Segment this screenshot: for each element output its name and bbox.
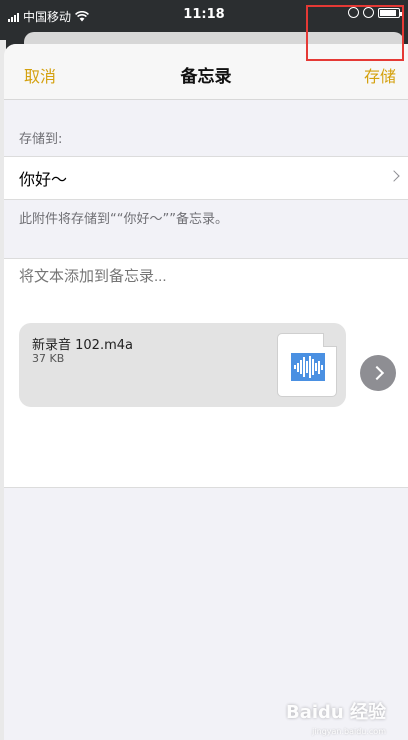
save-to-notes-sheet: 取消 备忘录 存储 存储到: 你好～ 此附件将存储到““你好～””备忘录。 新录… bbox=[4, 44, 408, 740]
note-text-input[interactable] bbox=[19, 268, 389, 285]
attachment-card[interactable]: 新录音 102.m4a 37 KB bbox=[19, 323, 346, 407]
attachment-file-size: 37 KB bbox=[32, 352, 65, 365]
chevron-right-icon bbox=[388, 170, 400, 182]
save-button-highlight bbox=[306, 5, 404, 61]
sheet-title: 备忘录 bbox=[180, 67, 232, 87]
save-button[interactable]: 存储 bbox=[364, 63, 396, 87]
baidu-watermark-url: jingyan.baidu.com bbox=[312, 727, 386, 736]
destination-note-title: 你好～ bbox=[19, 170, 68, 189]
attachment-file-name: 新录音 102.m4a bbox=[32, 338, 133, 353]
waveform-icon bbox=[291, 353, 325, 381]
audio-file-icon bbox=[277, 333, 337, 397]
destination-footnote: 此附件将存储到““你好～””备忘录。 bbox=[19, 212, 228, 227]
destination-note-row[interactable]: 你好～ bbox=[4, 156, 408, 200]
attachment-next-button[interactable] bbox=[360, 355, 396, 391]
file-fold bbox=[323, 333, 337, 347]
save-to-label: 存储到: bbox=[19, 132, 63, 147]
compose-area: 新录音 102.m4a 37 KB bbox=[4, 258, 408, 488]
baidu-watermark: Baidu 经验 bbox=[285, 702, 386, 723]
